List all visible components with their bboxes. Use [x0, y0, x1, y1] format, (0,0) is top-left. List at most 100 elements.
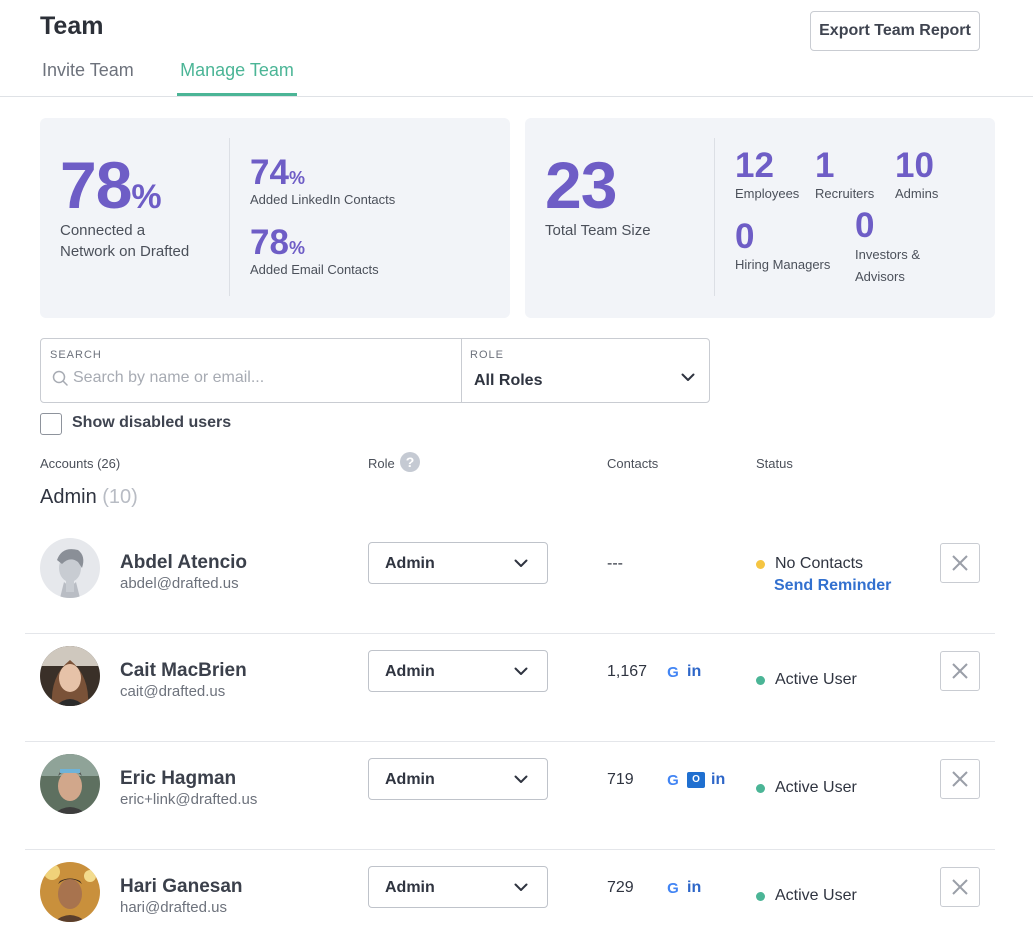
user-email: hari@drafted.us	[120, 899, 227, 916]
filter-bar: SEARCH ROLE All Roles	[40, 338, 710, 403]
user-email: abdel@drafted.us	[120, 575, 239, 592]
connected-label: Connected a Network on Drafted	[60, 222, 190, 260]
investors-label: Investors & Advisors	[855, 247, 921, 285]
search-label: SEARCH	[50, 349, 102, 361]
status-text: No Contacts	[775, 555, 864, 572]
team-size-value: 23	[545, 148, 617, 222]
admins-value: 10	[895, 146, 934, 185]
linkedin-icon: in	[687, 663, 702, 680]
remove-user-button[interactable]	[940, 543, 980, 583]
google-icon: G	[667, 771, 679, 789]
network-stats-card: 78% Connected a Network on Drafted 74% Ad…	[40, 118, 510, 318]
avatar	[40, 754, 100, 814]
role-dropdown[interactable]: Admin	[368, 650, 548, 692]
status-dot	[756, 892, 765, 901]
linkedin-icon: in	[687, 879, 702, 896]
chevron-down-icon	[681, 373, 695, 381]
remove-user-button[interactable]	[940, 867, 980, 907]
google-icon: G	[667, 663, 679, 681]
card-divider	[229, 138, 230, 296]
remove-user-button[interactable]	[940, 651, 980, 691]
employees-value: 12	[735, 146, 774, 185]
contacts-count: 1,167	[607, 663, 648, 680]
show-disabled-label: Show disabled users	[72, 414, 232, 431]
user-email: cait@drafted.us	[120, 683, 226, 700]
page-title: Team	[40, 12, 104, 40]
send-reminder-link[interactable]: Send Reminder	[774, 577, 891, 595]
team-size-card: 23 Total Team Size 12 Employees 1 Recrui…	[525, 118, 995, 318]
chevron-down-icon	[514, 775, 528, 783]
connected-percent: 78%	[60, 148, 162, 222]
role-dropdown[interactable]: Admin	[368, 866, 548, 908]
tab-bar: Invite Team Manage Team	[0, 52, 1033, 97]
user-name: Hari Ganesan	[120, 876, 243, 897]
hiring-managers-value: 0	[735, 217, 755, 256]
role-dropdown[interactable]: Admin	[368, 542, 548, 584]
help-icon[interactable]: ?	[400, 452, 420, 472]
chevron-down-icon	[514, 883, 528, 891]
search-icon	[52, 370, 68, 386]
avatar	[40, 862, 100, 922]
role-dropdown-value: Admin	[385, 771, 435, 788]
recruiters-value: 1	[815, 146, 835, 185]
table-row: Abdel Atencio abdel@drafted.us Admin ---…	[25, 526, 995, 634]
role-filter-select[interactable]: ROLE All Roles	[462, 339, 710, 402]
contacts-count: 729	[607, 879, 634, 896]
chevron-down-icon	[514, 559, 528, 567]
user-name: Eric Hagman	[120, 768, 237, 789]
outlook-icon: O	[687, 772, 705, 788]
close-icon	[952, 771, 968, 787]
default-avatar-icon	[40, 538, 100, 598]
employees-label: Employees	[735, 186, 800, 201]
user-name: Cait MacBrien	[120, 660, 247, 681]
google-icon: G	[667, 879, 679, 897]
search-input[interactable]	[73, 367, 443, 389]
hiring-managers-label: Hiring Managers	[735, 257, 831, 272]
section-admin-title: Admin (10)	[40, 486, 138, 508]
card-divider	[714, 138, 715, 296]
contacts-count: ---	[607, 555, 623, 572]
column-status: Status	[756, 456, 793, 471]
status-text: Active User	[775, 887, 857, 904]
status-text: Active User	[775, 779, 857, 796]
linkedin-label: Added LinkedIn Contacts	[250, 192, 396, 207]
status-dot	[756, 676, 765, 685]
column-accounts: Accounts (26)	[40, 456, 121, 471]
export-team-report-button[interactable]: Export Team Report	[810, 11, 980, 51]
status-dot	[756, 784, 765, 793]
status-text: Active User	[775, 671, 857, 688]
investors-value: 0	[855, 206, 875, 245]
user-email: eric+link@drafted.us	[120, 791, 258, 808]
connected-services: G O in	[665, 771, 725, 789]
email-label: Added Email Contacts	[250, 262, 379, 277]
tab-invite-team[interactable]: Invite Team	[42, 60, 134, 96]
show-disabled-checkbox[interactable]	[40, 413, 62, 435]
remove-user-button[interactable]	[940, 759, 980, 799]
role-filter-label: ROLE	[470, 349, 504, 361]
recruiters-label: Recruiters	[815, 186, 875, 201]
connected-services: G in	[665, 663, 701, 681]
role-dropdown-value: Admin	[385, 879, 435, 896]
table-row: Hari Ganesan hari@drafted.us Admin 729 G…	[25, 850, 995, 947]
connected-services: G in	[665, 879, 701, 897]
contacts-count: 719	[607, 771, 634, 788]
role-dropdown-value: Admin	[385, 663, 435, 680]
admins-label: Admins	[895, 186, 939, 201]
column-role: Role	[368, 456, 395, 471]
team-size-label: Total Team Size	[545, 222, 651, 239]
table-row: Eric Hagman eric+link@drafted.us Admin 7…	[25, 742, 995, 850]
linkedin-percent: 74%	[250, 153, 305, 192]
close-icon	[952, 663, 968, 679]
role-dropdown-value: Admin	[385, 555, 435, 572]
table-row: Cait MacBrien cait@drafted.us Admin 1,16…	[25, 634, 995, 742]
role-filter-value: All Roles	[474, 372, 543, 389]
avatar	[40, 646, 100, 706]
role-dropdown[interactable]: Admin	[368, 758, 548, 800]
user-name: Abdel Atencio	[120, 552, 248, 573]
status-dot	[756, 560, 765, 569]
linkedin-icon: in	[711, 771, 726, 788]
chevron-down-icon	[514, 667, 528, 675]
close-icon	[952, 555, 968, 571]
tab-manage-team[interactable]: Manage Team	[177, 60, 297, 96]
close-icon	[952, 879, 968, 895]
